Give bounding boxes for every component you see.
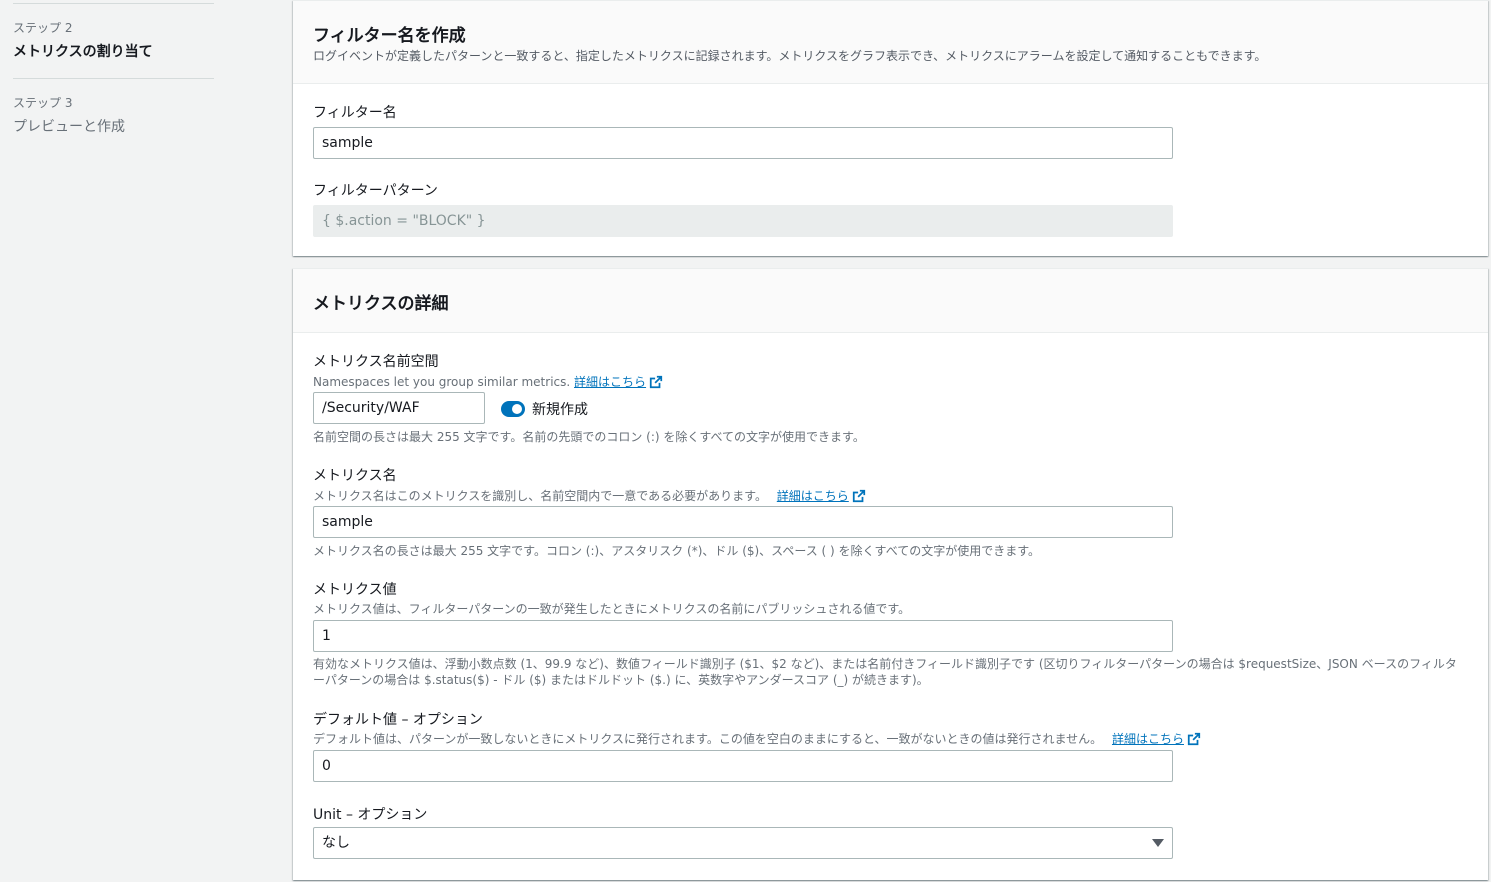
namespace-learn-more-link[interactable]: 詳細はこちら (574, 375, 663, 389)
filter-pattern-input (313, 205, 1173, 237)
filter-pattern-label: フィルターパターン (313, 183, 438, 199)
metric-name-hint: メトリクス名の長さは最大 255 文字です。コロン (:)、アスタリスク (*)… (313, 544, 1041, 558)
namespace-input[interactable] (313, 392, 485, 424)
unit-selected-value: なし (322, 835, 350, 851)
namespace-label: メトリクス名前空間 (313, 354, 439, 370)
metric-details-panel: メトリクスの詳細 メトリクス名前空間 Namespaces let you gr… (293, 268, 1488, 880)
metric-name-label: メトリクス名 (313, 468, 397, 484)
metric-name-description-text: メトリクス名はこのメトリクスを識別し、名前空間内で一意である必要があります。 (313, 489, 767, 503)
caret-down-icon (1152, 839, 1164, 847)
step-3-title[interactable]: プレビューと作成 (13, 116, 125, 136)
filter-name-label: フィルター名 (313, 105, 397, 121)
unit-select[interactable]: なし (313, 827, 1173, 859)
filter-name-input[interactable] (313, 127, 1173, 159)
learn-more-text: 詳細はこちら (574, 375, 647, 389)
panel-title: メトリクスの詳細 (313, 294, 449, 314)
metric-name-description: メトリクス名はこのメトリクスを識別し、名前空間内で一意である必要があります。 詳… (313, 487, 866, 504)
metric-value-input[interactable] (313, 620, 1173, 652)
panel-header: メトリクスの詳細 (293, 269, 1488, 333)
filter-name-panel: フィルター名を作成 ログイベントが定義したパターンと一致すると、指定したメトリク… (293, 0, 1488, 256)
new-namespace-toggle[interactable]: 新規作成 (501, 399, 588, 419)
external-link-icon (649, 375, 663, 389)
panel-title: フィルター名を作成 (313, 26, 466, 46)
namespace-description-text: Namespaces let you group similar metrics… (313, 375, 571, 389)
step-2-label: ステップ 2 (13, 21, 73, 35)
metric-name-learn-more-link[interactable]: 詳細はこちら (777, 489, 866, 503)
metric-value-label: メトリクス値 (313, 582, 397, 598)
learn-more-text: 詳細はこちら (776, 489, 849, 503)
step-3-label: ステップ 3 (13, 96, 73, 110)
toggle-label: 新規作成 (532, 402, 588, 418)
external-link-icon (1187, 732, 1201, 746)
panel-header: フィルター名を作成 ログイベントが定義したパターンと一致すると、指定したメトリク… (293, 1, 1488, 84)
default-value-learn-more-link[interactable]: 詳細はこちら (1112, 732, 1201, 746)
external-link-icon (852, 489, 865, 503)
learn-more-text: 詳細はこちら (1111, 732, 1184, 746)
namespace-description: Namespaces let you group similar metrics… (313, 373, 663, 390)
step-2-title[interactable]: メトリクスの割り当て (13, 41, 153, 61)
toggle-switch[interactable] (501, 401, 525, 417)
default-value-label: デフォルト値 – オプション (313, 712, 483, 728)
default-value-description: デフォルト値は、パターンが一致しないときにメトリクスに発行されます。この値を空白… (313, 730, 1201, 747)
metric-name-input[interactable] (313, 506, 1173, 538)
wizard-sidebar: ステップ 2 メトリクスの割り当て ステップ 3 プレビューと作成 (0, 0, 240, 882)
divider (13, 78, 214, 79)
default-value-input[interactable] (313, 750, 1173, 782)
metric-value-description: メトリクス値は、フィルターパターンの一致が発生したときにメトリクスの名前にパブリ… (313, 602, 911, 616)
metric-value-hint: 有効なメトリクス値は、浮動小数点数 (1、99.9 など)、数値フィールド識別子… (313, 657, 1457, 687)
namespace-hint: 名前空間の長さは最大 255 文字です。名前の先頭でのコロン (:) を除くすべ… (313, 430, 865, 444)
unit-label: Unit – オプション (313, 807, 428, 823)
panel-description: ログイベントが定義したパターンと一致すると、指定したメトリクスに記録されます。メ… (313, 49, 1267, 63)
divider (13, 3, 214, 4)
default-value-description-text: デフォルト値は、パターンが一致しないときにメトリクスに発行されます。この値を空白… (313, 732, 1103, 746)
